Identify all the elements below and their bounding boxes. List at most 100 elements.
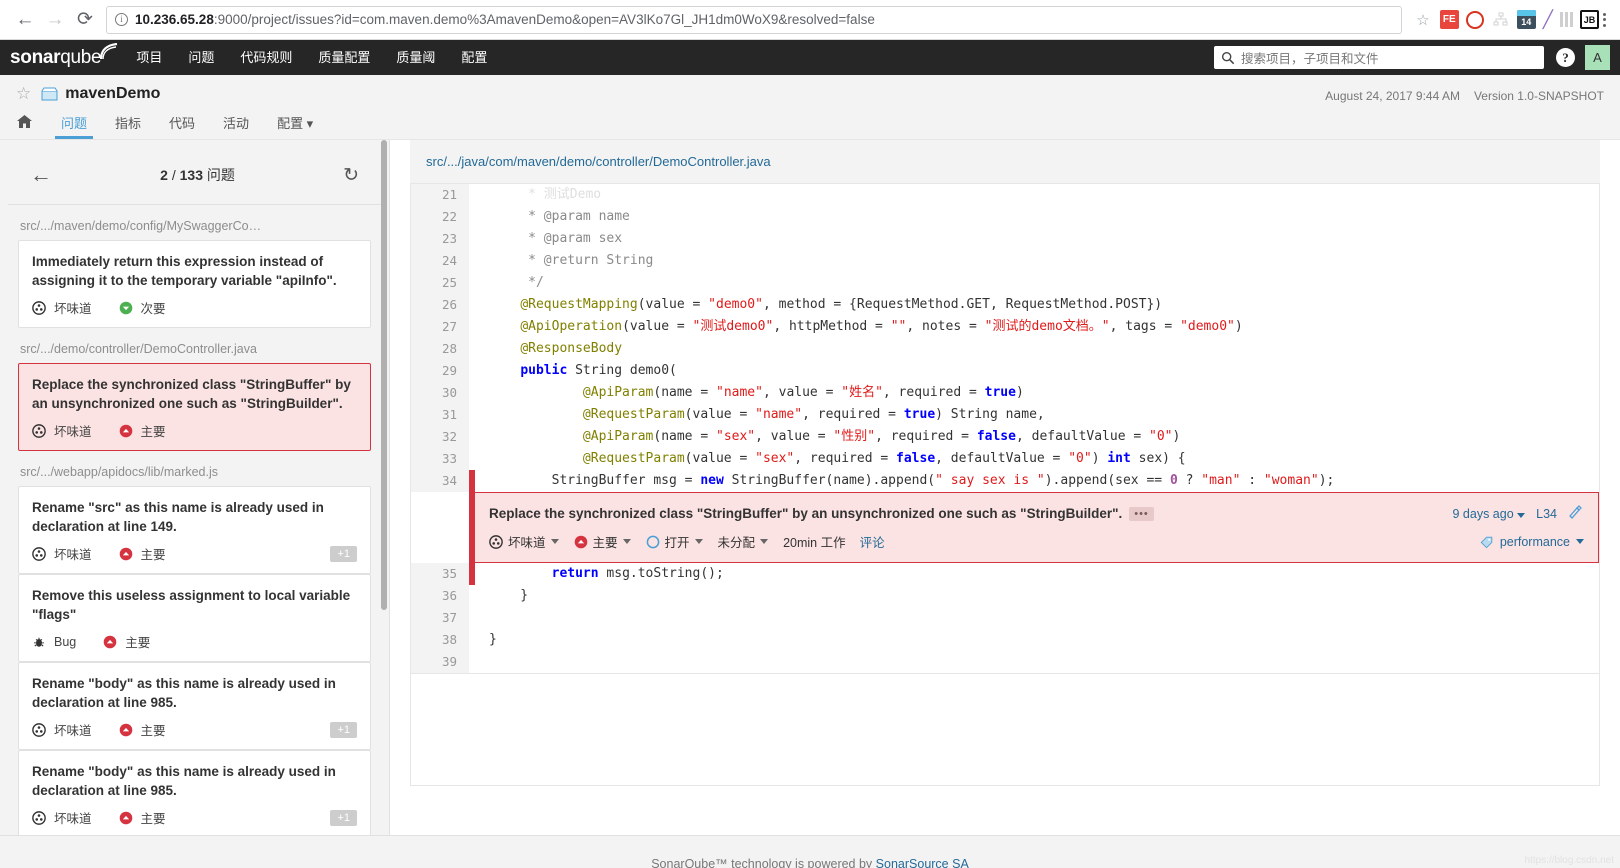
issue-card-meta: Bug 主要 [32,632,357,651]
line-number[interactable]: 38 [411,629,469,651]
calendar-extension-icon[interactable]: 14 [1516,10,1536,29]
issue-card-title: Immediately return this expression inste… [32,254,337,288]
line-code: * @param sex [489,231,623,246]
browser-toolbar: ← → ⟳ i 10.236.65.28:9000/project/issues… [0,0,1620,40]
tab-measures[interactable]: 指标 [101,113,155,139]
tab-issues[interactable]: 问题 [47,113,101,139]
file-path-header[interactable]: src/.../java/com/maven/demo/controller/D… [410,140,1600,184]
line-code: @RequestParam(value = "name", required =… [582,407,1045,422]
feedly-extension-icon[interactable]: FE [1439,10,1459,29]
issue-severity-selector[interactable]: 主要 [574,532,631,551]
code-lines-after: 35 return msg.toString(); 36 } 37 38} 39 [411,563,1599,673]
code-line: 29 public String demo0( [411,360,1599,382]
issue-card-selected[interactable]: Replace the synchronized class "StringBu… [18,363,371,451]
issue-age[interactable]: 9 days ago [1452,507,1526,521]
help-icon[interactable]: ? [1556,48,1575,67]
issue-card-extra-badge[interactable]: +1 [330,721,357,738]
line-number[interactable]: 31 [411,404,469,426]
issue-card-meta: 坏味道 主要 [32,421,357,440]
nav-item-projects[interactable]: 项目 [123,40,175,75]
line-number[interactable]: 28 [411,338,469,360]
issue-card-extra-badge[interactable]: +1 [330,545,357,562]
forward-icon[interactable]: → [40,5,70,35]
line-code: * @return String [489,253,654,268]
code-line: 30 @ApiParam(name = "name", value = "姓名"… [411,382,1599,404]
opera-extension-icon[interactable] [1465,10,1484,29]
line-number[interactable]: 35 [411,563,469,585]
issue-card[interactable]: Immediately return this expression inste… [18,240,371,328]
line-number[interactable]: 23 [411,228,469,250]
nav-item-issues[interactable]: 问题 [175,40,227,75]
line-number[interactable]: 32 [411,426,469,448]
issue-card-type: 坏味道 [54,548,92,562]
issue-type-selector[interactable]: 坏味道 [489,532,559,551]
issue-card-meta: 坏味道 主要 +1 [32,720,357,739]
line-number[interactable]: 39 [411,651,469,673]
back-to-list-icon[interactable]: ← [30,162,52,188]
footer-powered-prefix: SonarQube™ technology is powered by [651,857,876,868]
line-number[interactable]: 36 [411,585,469,607]
issue-card-title: Replace the synchronized class "StringBu… [32,377,351,411]
line-number[interactable]: 26 [411,294,469,316]
tab-activity[interactable]: 活动 [209,113,263,139]
issue-detail-box: Replace the synchronized class "StringBu… [469,492,1599,563]
global-search[interactable]: 搜索项目，子项目和文件 [1214,46,1544,69]
line-number[interactable]: 37 [411,607,469,629]
line-number[interactable]: 27 [411,316,469,338]
columns-extension-icon[interactable] [1560,12,1573,27]
issue-file-path[interactable]: src/.../demo/controller/DemoController.j… [18,328,371,363]
issue-comment-button[interactable]: 评论 [860,532,885,551]
issue-card[interactable]: Rename "body" as this name is already us… [18,662,371,750]
nav-item-administration[interactable]: 配置 [448,40,500,75]
line-code: @ResponseBody [520,341,623,356]
issue-file-path[interactable]: src/.../webapp/apidocs/lib/marked.js [18,451,371,486]
nav-item-rules[interactable]: 代码规则 [227,40,305,75]
tab-overview[interactable] [16,114,47,139]
issue-file-path[interactable]: src/.../maven/demo/config/MySwaggerCo… [18,205,371,240]
line-number[interactable]: 22 [411,206,469,228]
bookmark-star-icon[interactable]: ☆ [1410,11,1435,29]
sonarqube-logo[interactable]: sonar qube [10,42,118,69]
sidebar-scrollbar[interactable] [381,140,387,610]
line-number[interactable]: 29 [411,360,469,382]
line-code: * 测试Demo [489,187,602,202]
chrome-menu-icon[interactable] [1599,12,1610,27]
line-number[interactable]: 30 [411,382,469,404]
site-info-icon[interactable]: i [115,13,128,26]
issue-card[interactable]: Rename "src" as this name is already use… [18,486,371,574]
issue-card[interactable]: Rename "body" as this name is already us… [18,750,371,835]
jetbrains-extension-icon[interactable]: JB [1580,10,1599,29]
line-number[interactable]: 21 [411,184,469,206]
issue-rule-more-icon[interactable]: ••• [1129,506,1154,521]
line-code: @ApiOperation(value = "测试demo0", httpMet… [520,319,1243,334]
logo-bold: sonar [10,46,61,68]
line-number[interactable]: 34 [411,470,469,492]
tab-administration[interactable]: 配置 ▾ [263,113,327,139]
line-number[interactable]: 25 [411,272,469,294]
address-bar[interactable]: i 10.236.65.28:9000/project/issues?id=co… [106,5,1403,34]
footer-sonarsource-link[interactable]: SonarSource SA [876,857,969,868]
issue-assignee-selector[interactable]: 未分配 [718,532,769,551]
code-line: 24 * @return String [411,250,1599,272]
sitemap-extension-icon[interactable] [1491,10,1510,29]
tab-code[interactable]: 代码 [155,113,209,139]
code-smell-icon [32,546,46,561]
issue-card[interactable]: Remove this useless assignment to local … [18,574,371,662]
reload-icon[interactable]: ⟳ [70,5,100,35]
marker-extension-icon[interactable]: ╱ [1543,10,1553,30]
issue-card-severity: 主要 [125,636,151,650]
issue-status-selector[interactable]: 打开 [646,532,703,551]
favorite-star-icon[interactable]: ☆ [16,84,31,104]
issue-tags[interactable]: performance [1480,535,1584,549]
back-icon[interactable]: ← [10,5,40,35]
nav-item-quality-gates[interactable]: 质量阈 [383,40,448,75]
nav-item-quality-profiles[interactable]: 质量配置 [305,40,383,75]
scm-blame-icon[interactable] [1568,505,1584,522]
avatar[interactable]: A [1585,45,1610,70]
issue-card-extra-badge[interactable]: +1 [330,809,357,826]
code-smell-icon [32,423,46,438]
refresh-icon[interactable]: ↻ [343,164,359,187]
line-number[interactable]: 24 [411,250,469,272]
line-number[interactable]: 33 [411,448,469,470]
issue-card-title: Remove this useless assignment to local … [32,588,351,622]
